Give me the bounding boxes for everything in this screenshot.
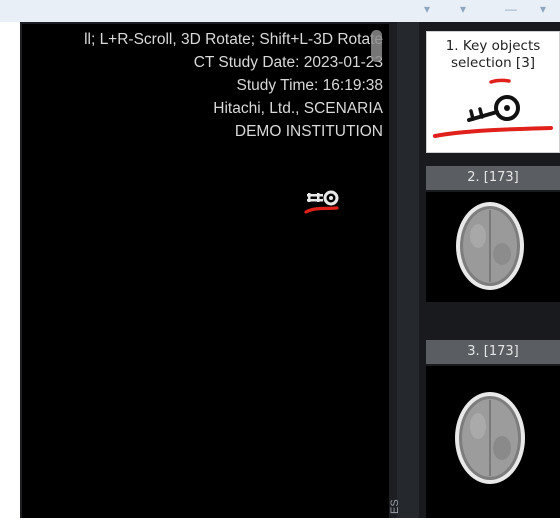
thumbnail-image [426, 192, 560, 302]
toolbar-icon[interactable]: ▾ [424, 2, 430, 16]
brain-ct-slice [456, 202, 524, 290]
collapsed-side-panel[interactable]: ES [389, 22, 419, 518]
key-icon [433, 78, 553, 138]
toolbar-icon[interactable]: — [505, 2, 517, 16]
series-thumbnail[interactable]: 3. [173] [426, 340, 560, 518]
side-panel-label: ES [389, 499, 401, 514]
thumbnail-image [426, 366, 560, 518]
study-date-line: CT Study Date: 2023-01-23 [193, 54, 383, 71]
key-icon [304, 190, 339, 214]
mouse-hint-line: ll; L+R-Scroll, 3D Rotate; Shift+L-3D Ro… [84, 31, 383, 48]
manufacturer-line: Hitachi, Ltd., SCENARIA [213, 100, 383, 117]
brain-ct-slice [455, 392, 525, 484]
image-viewport[interactable]: ll; L+R-Scroll, 3D Rotate; Shift+L-3D Ro… [22, 24, 389, 518]
series-label: 2. [173] [426, 166, 560, 190]
series-thumbnail[interactable]: 2. [173] [426, 166, 560, 328]
study-time-line: Study Time: 16:19:38 [236, 77, 383, 94]
toolbar-icon[interactable]: ▾ [540, 2, 546, 16]
title-strip: ▾ ▾ — ▾ [0, 0, 560, 22]
series-thumbnail-key-objects[interactable]: 1. Key objects selection [3] [426, 31, 560, 153]
viewer-scrollbar[interactable] [371, 30, 382, 62]
series-caption: 1. Key objects selection [3] [427, 32, 559, 72]
dicom-overlay: ll; L+R-Scroll, 3D Rotate; Shift+L-3D Ro… [84, 28, 383, 143]
institution-line: DEMO INSTITUTION [234, 123, 383, 140]
series-label: 3. [173] [426, 340, 560, 364]
toolbar-icon[interactable]: ▾ [460, 2, 466, 16]
series-caption-line: 1. Key objects [445, 38, 541, 54]
